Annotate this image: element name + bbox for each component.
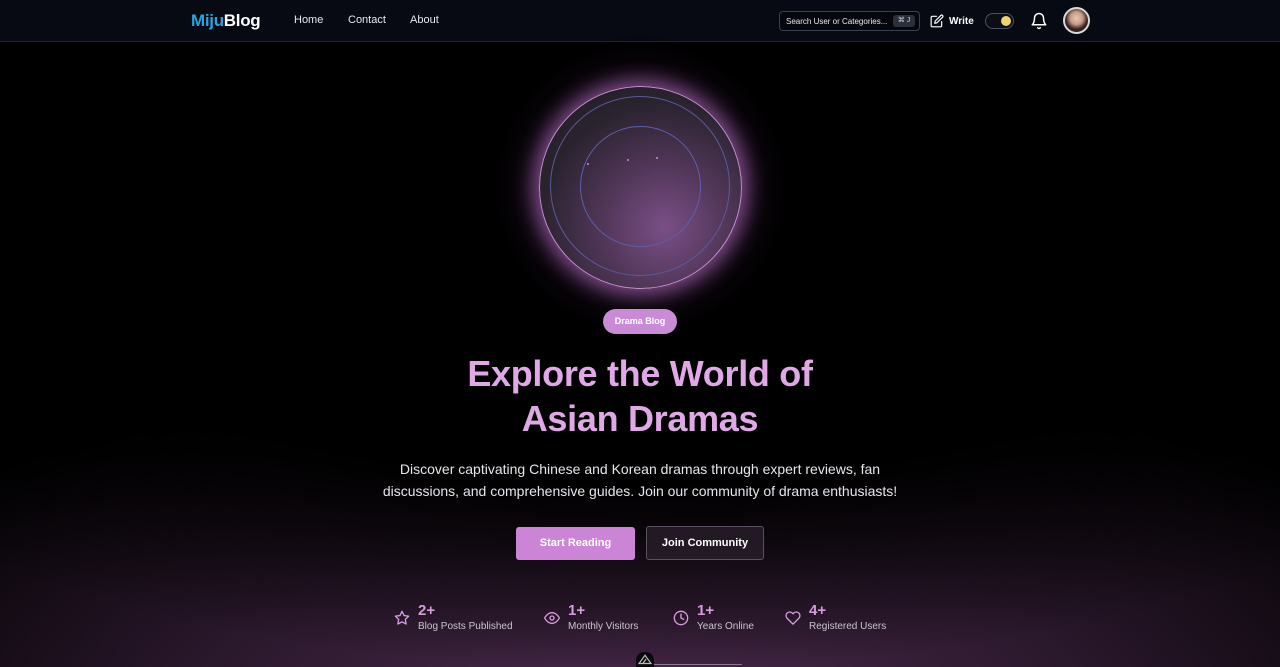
devtools-tab[interactable] [636, 652, 654, 667]
stat-label: Years Online [697, 621, 754, 632]
join-community-button[interactable]: Join Community [646, 526, 764, 560]
search-input[interactable]: Search User or Categories... ⌘ J [779, 11, 920, 31]
hero-description: Discover captivating Chinese and Korean … [382, 461, 898, 499]
stat-label: Blog Posts Published [418, 621, 513, 632]
start-reading-button[interactable]: Start Reading [516, 527, 635, 560]
theme-toggle[interactable] [985, 13, 1014, 29]
star-icon [394, 610, 410, 625]
stat-value: 4+ [809, 602, 827, 619]
bell-icon[interactable] [1030, 12, 1048, 30]
orb-dot [627, 159, 629, 161]
logo-part-miju: Miju [191, 11, 224, 30]
hero-title-line1: Explore the World of [467, 353, 813, 394]
edit-icon [930, 14, 944, 28]
stat-label: Registered Users [809, 621, 887, 632]
triangle-logo-icon [637, 654, 653, 665]
search-shortcut-badge: ⌘ J [893, 15, 915, 27]
navbar: MijuBlog Home Contact About Search User … [0, 0, 1280, 42]
divider [654, 664, 742, 665]
hero-title-line2: Asian Dramas [521, 398, 759, 439]
nav-link-home[interactable]: Home [294, 14, 323, 26]
heart-icon [785, 611, 801, 625]
orb-dot [656, 157, 658, 159]
avatar[interactable] [1063, 7, 1090, 34]
stat-label: Monthly Visitors [568, 621, 639, 632]
hero-title: Explore the World of Asian Dramas [340, 351, 940, 441]
nav-link-about[interactable]: About [410, 14, 439, 26]
write-label: Write [949, 15, 974, 27]
search-placeholder: Search User or Categories... [786, 17, 888, 26]
logo[interactable]: MijuBlog [191, 11, 261, 31]
moon-icon [1001, 16, 1011, 26]
nav-link-contact[interactable]: Contact [348, 14, 386, 26]
stat-value: 1+ [568, 602, 586, 619]
clock-icon [673, 610, 689, 626]
write-button[interactable]: Write [930, 12, 974, 30]
orb-dot [587, 163, 589, 165]
category-badge: Drama Blog [603, 309, 677, 334]
hero-orb [539, 86, 742, 289]
page: MijuBlog Home Contact About Search User … [0, 0, 1280, 667]
eye-icon [544, 612, 560, 624]
orb-inner-ring [580, 126, 701, 247]
logo-part-blog: Blog [223, 11, 261, 30]
stat-value: 2+ [418, 602, 436, 619]
stat-value: 1+ [697, 602, 715, 619]
